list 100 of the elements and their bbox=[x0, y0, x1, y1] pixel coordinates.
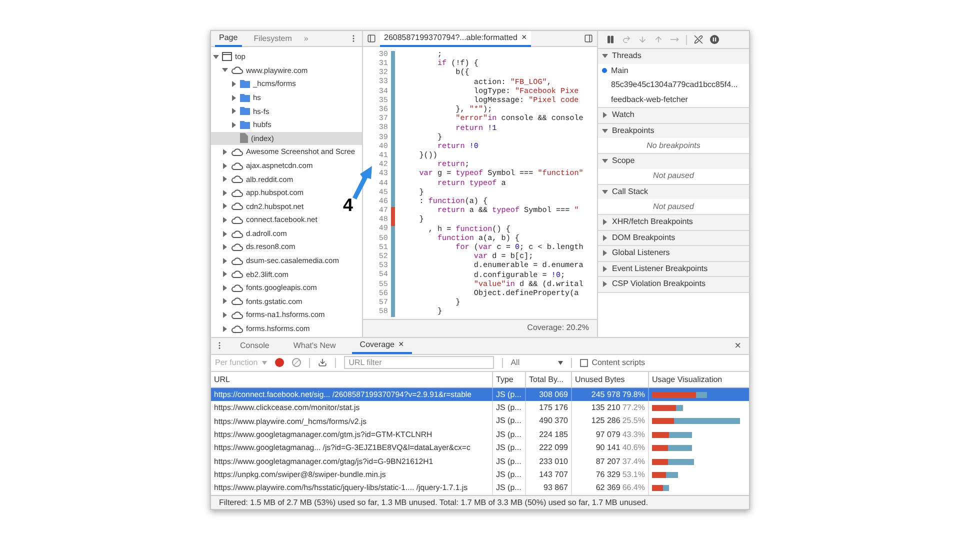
expand-triangle-icon[interactable] bbox=[231, 80, 237, 87]
section-header[interactable]: Scope bbox=[598, 154, 749, 168]
collapse-triangle-icon[interactable] bbox=[602, 188, 608, 195]
expand-triangle-icon[interactable] bbox=[222, 326, 228, 332]
unused-bytes-value: 135 210 bbox=[591, 402, 620, 414]
unused-bytes-value: 125 286 bbox=[591, 415, 620, 428]
unused-percent: 40.6% bbox=[622, 442, 645, 454]
unused-percent: 66.4% bbox=[622, 482, 645, 494]
expand-triangle-icon[interactable] bbox=[602, 266, 608, 272]
cloud-icon bbox=[231, 216, 243, 224]
section-header[interactable]: CSP Violation Breakpoints bbox=[598, 277, 749, 292]
type-dropdown[interactable]: All bbox=[510, 356, 563, 369]
empty-message: Not paused bbox=[653, 170, 694, 182]
expand-triangle-icon[interactable] bbox=[602, 112, 608, 118]
unused-bytes-value: 87 207 bbox=[596, 456, 620, 468]
content-scripts-checkbox[interactable] bbox=[580, 358, 588, 367]
empty-message: No breakpoints bbox=[646, 140, 700, 152]
expand-triangle-icon[interactable] bbox=[222, 284, 228, 291]
unused-percent: 77.2% bbox=[622, 402, 645, 414]
unused-bytes-value: 76 329 bbox=[596, 468, 620, 481]
section-header[interactable]: Call Stack bbox=[598, 184, 749, 199]
cloud-icon bbox=[231, 230, 243, 238]
collapse-triangle-icon[interactable] bbox=[602, 128, 608, 134]
collapse-triangle-icon[interactable] bbox=[213, 54, 219, 60]
expand-triangle-icon[interactable] bbox=[222, 203, 228, 210]
unused-percent: 37.4% bbox=[622, 456, 645, 468]
tab-close-icon[interactable]: × bbox=[398, 338, 404, 352]
file-tab[interactable]: 2608587199370794?...able:formatted × bbox=[380, 30, 531, 46]
section-header[interactable]: Threads bbox=[598, 49, 749, 64]
cloud-icon bbox=[231, 324, 243, 333]
collapse-triangle-icon[interactable] bbox=[222, 67, 228, 74]
expand-triangle-icon[interactable] bbox=[231, 94, 237, 101]
cloud-icon bbox=[231, 202, 243, 210]
cloud-icon bbox=[231, 297, 243, 306]
deactivate-breakpoints-icon[interactable] bbox=[694, 35, 703, 44]
cloud-icon bbox=[231, 311, 243, 320]
annotation-number: 4 bbox=[343, 196, 354, 214]
expand-triangle-icon[interactable] bbox=[222, 176, 228, 182]
empty-message: Not paused bbox=[653, 200, 694, 212]
toggle-navigator-icon[interactable] bbox=[367, 34, 376, 43]
record-icon[interactable] bbox=[274, 358, 284, 368]
annotation-arrow bbox=[352, 166, 373, 200]
toggle-debugger-icon[interactable] bbox=[584, 34, 593, 43]
panel-tab[interactable]: Filesystem bbox=[250, 31, 296, 46]
checkbox-label: Content scripts bbox=[592, 356, 646, 369]
drawer-tab[interactable]: Coverage × bbox=[352, 337, 412, 354]
cloud-icon bbox=[231, 188, 243, 197]
collapse-triangle-icon[interactable] bbox=[602, 158, 608, 164]
unused-bytes-value: 245 978 bbox=[591, 388, 620, 401]
unused-bytes-value: 90 141 bbox=[596, 442, 620, 454]
url-filter-field[interactable]: URL filter bbox=[344, 356, 494, 370]
section-header[interactable]: DOM Breakpoints bbox=[598, 230, 749, 245]
expand-triangle-icon[interactable] bbox=[602, 281, 608, 288]
pause-on-exceptions-icon[interactable] bbox=[710, 35, 719, 44]
expand-triangle-icon[interactable] bbox=[222, 230, 228, 237]
panel-tab[interactable]: Page bbox=[215, 31, 242, 46]
export-icon[interactable] bbox=[318, 358, 327, 368]
thread-item[interactable]: Main bbox=[598, 64, 749, 78]
expand-triangle-icon[interactable] bbox=[222, 258, 228, 264]
unused-percent: 25.5% bbox=[622, 415, 645, 428]
section-header[interactable]: Watch bbox=[598, 108, 749, 122]
frame-icon bbox=[222, 52, 232, 62]
expand-triangle-icon[interactable] bbox=[222, 298, 228, 304]
file-icon bbox=[240, 133, 248, 144]
cloud-icon bbox=[231, 175, 243, 184]
drawer-tab[interactable]: What's New bbox=[285, 337, 344, 354]
expand-triangle-icon[interactable] bbox=[222, 148, 228, 155]
section-header[interactable]: XHR/fetch Breakpoints bbox=[598, 215, 749, 230]
expand-triangle-icon[interactable] bbox=[222, 162, 228, 169]
unused-percent: 43.3% bbox=[622, 428, 645, 441]
section-header[interactable]: Event Listener Breakpoints bbox=[598, 262, 749, 276]
cloud-icon bbox=[231, 256, 243, 265]
clear-icon[interactable] bbox=[292, 358, 301, 368]
close-button[interactable]: × bbox=[730, 338, 745, 354]
expand-triangle-icon[interactable] bbox=[231, 122, 237, 128]
collapse-triangle-icon[interactable] bbox=[602, 53, 608, 60]
pause-icon[interactable] bbox=[606, 35, 615, 44]
cloud-icon bbox=[231, 270, 243, 278]
cloud-icon bbox=[231, 148, 243, 156]
status-text: Filtered: 1.5 MB of 2.7 MB (53%) used so far, 1.3 MB unused. Total: 1.7 MB of 3.3 MB (50%) used so far, 1.7 MB unused. bbox=[219, 496, 648, 508]
column-header[interactable]: URL bbox=[211, 372, 492, 388]
expand-triangle-icon[interactable] bbox=[602, 219, 608, 226]
expand-triangle-icon[interactable] bbox=[222, 271, 228, 278]
expand-triangle-icon[interactable] bbox=[222, 244, 228, 250]
expand-triangle-icon[interactable] bbox=[222, 190, 228, 196]
section-header[interactable]: Global Listeners bbox=[598, 246, 749, 260]
cloud-icon bbox=[231, 162, 243, 170]
expand-triangle-icon[interactable] bbox=[222, 216, 228, 223]
unused-percent: 53.1% bbox=[622, 468, 645, 481]
expand-triangle-icon[interactable] bbox=[222, 312, 228, 318]
expand-triangle-icon[interactable] bbox=[602, 250, 608, 256]
unused-bytes-value: 62 369 bbox=[596, 482, 620, 494]
caret-icon bbox=[262, 360, 267, 365]
unused-percent: 79.8% bbox=[622, 388, 645, 401]
current-thread-dot bbox=[602, 68, 607, 74]
expand-triangle-icon[interactable] bbox=[231, 108, 237, 114]
section-header[interactable]: Breakpoints bbox=[598, 124, 749, 138]
cloud-icon bbox=[231, 243, 243, 252]
expand-triangle-icon[interactable] bbox=[602, 234, 608, 241]
drawer-tab[interactable]: Console bbox=[232, 337, 278, 354]
